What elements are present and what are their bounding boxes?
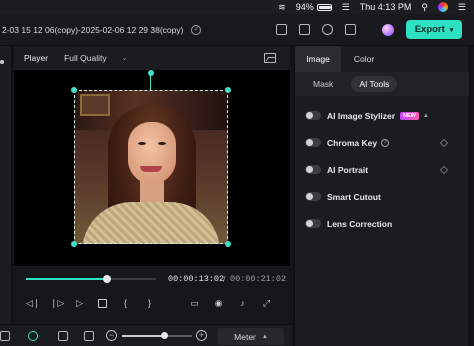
wifi-icon[interactable]: ≋ bbox=[278, 0, 286, 14]
next-frame-icon[interactable]: ❘▷ bbox=[50, 298, 64, 309]
battery-indicator[interactable]: 94% bbox=[296, 2, 332, 12]
keyframe-icon[interactable] bbox=[439, 138, 449, 148]
zoom-in-button[interactable]: + bbox=[196, 330, 207, 341]
panel-handle-icon[interactable] bbox=[0, 60, 4, 64]
timecode-separator: / bbox=[223, 274, 226, 284]
player-header: Player Full Quality ⌄ bbox=[14, 46, 290, 70]
account-avatar[interactable] bbox=[382, 24, 394, 36]
total-timecode: 00:00:21:02 bbox=[230, 274, 287, 284]
caret-up-icon: ▲ bbox=[261, 333, 268, 340]
tool-label: AI Portrait bbox=[327, 164, 369, 175]
tool-row-smart-cutout: Smart Cutout bbox=[295, 183, 469, 210]
panel-tabs: Image Color bbox=[295, 46, 469, 72]
subtab-mask[interactable]: Mask bbox=[305, 76, 341, 92]
tab-color[interactable]: Color bbox=[341, 46, 387, 72]
stop-icon[interactable] bbox=[98, 298, 107, 308]
tab-image[interactable]: Image bbox=[295, 46, 341, 72]
tool-row-ai-portrait: AI Portrait bbox=[295, 156, 469, 183]
scrubber-knob[interactable] bbox=[102, 275, 111, 283]
tool-label: Lens Correction bbox=[327, 218, 393, 229]
panel-subtabs: Mask AI Tools bbox=[295, 72, 469, 96]
ai-icon[interactable] bbox=[28, 331, 38, 341]
quality-dropdown[interactable]: Full Quality ⌄ bbox=[64, 53, 127, 63]
control-center-icon[interactable]: ☰ bbox=[342, 0, 350, 14]
prev-frame-icon[interactable]: ◁❘ bbox=[26, 298, 40, 309]
saved-check-icon: ✓ bbox=[191, 24, 202, 35]
resize-handle-bottom-right[interactable] bbox=[225, 241, 231, 247]
left-side-strip bbox=[0, 46, 12, 346]
display-icon[interactable]: ▭ bbox=[189, 298, 200, 309]
system-menu-bar: ≋ 94% ☰ Thu 4:13 PM ⚲ ☰ bbox=[0, 0, 474, 14]
tool-label: Smart Cutout bbox=[327, 191, 381, 202]
track-icon[interactable] bbox=[0, 331, 10, 341]
app-toolbar: 2-03 15 12 06(copy)-2025-02-06 12 29 38(… bbox=[0, 14, 474, 46]
tool-label: AI Image Stylizer bbox=[327, 110, 396, 121]
timeline-toolbar: − + Meter ▲ bbox=[0, 324, 292, 346]
keyframe-icon[interactable] bbox=[439, 165, 449, 175]
snapshot-icon[interactable]: ◉ bbox=[213, 298, 224, 309]
ai-tools-list: AI Image Stylizer NEW ▲ Chroma Key ? AI … bbox=[295, 102, 469, 237]
clip-icon[interactable] bbox=[58, 331, 68, 341]
resize-handle-top-right[interactable] bbox=[225, 87, 231, 93]
new-badge: NEW bbox=[400, 111, 419, 120]
fullscreen-icon[interactable]: ⤢ bbox=[261, 298, 272, 309]
chevron-down-icon: ⌄ bbox=[121, 55, 128, 62]
resize-handle-top-left[interactable] bbox=[71, 87, 77, 93]
media-icon[interactable] bbox=[276, 24, 287, 35]
lens-correction-toggle[interactable] bbox=[305, 219, 321, 228]
play-icon[interactable]: ▷ bbox=[74, 298, 85, 309]
mark-in-icon[interactable]: { bbox=[120, 298, 131, 309]
menubar-clock[interactable]: Thu 4:13 PM bbox=[360, 2, 412, 12]
cloud-icon[interactable] bbox=[299, 24, 310, 35]
meter-button[interactable]: Meter ▲ bbox=[218, 328, 284, 345]
ai-portrait-toggle[interactable] bbox=[305, 165, 321, 174]
rotation-line bbox=[150, 74, 151, 90]
tool-row-lens-correction: Lens Correction bbox=[295, 210, 469, 237]
siri-icon[interactable] bbox=[437, 2, 448, 12]
playback-scrubber[interactable] bbox=[26, 275, 156, 283]
chevron-down-icon: ▾ bbox=[449, 26, 454, 34]
search-icon[interactable]: ⚲ bbox=[421, 0, 428, 14]
playback-controls: ◁❘ ❘▷ ▷ { } ▭ ◉ ♪ ⤢ bbox=[26, 296, 290, 310]
zoom-knob[interactable] bbox=[161, 332, 168, 339]
layout-icon[interactable] bbox=[322, 24, 333, 35]
caret-up-icon[interactable]: ▲ bbox=[423, 113, 429, 119]
smart-cutout-toggle[interactable] bbox=[305, 192, 321, 201]
resize-handle-bottom-left[interactable] bbox=[71, 241, 77, 247]
help-icon[interactable]: ? bbox=[381, 138, 390, 147]
record-icon[interactable] bbox=[84, 331, 94, 341]
battery-percent: 94% bbox=[295, 2, 314, 12]
zoom-out-button[interactable]: − bbox=[106, 330, 117, 341]
preview-canvas[interactable] bbox=[14, 70, 290, 266]
meter-label: Meter bbox=[234, 331, 256, 342]
selection-box[interactable] bbox=[74, 90, 228, 244]
audio-icon[interactable]: ♪ bbox=[237, 298, 248, 309]
battery-icon bbox=[316, 3, 332, 11]
chroma-key-toggle[interactable] bbox=[305, 138, 321, 147]
ai-image-stylizer-toggle[interactable] bbox=[305, 111, 321, 120]
notification-icon[interactable]: ☰ bbox=[458, 0, 466, 14]
export-label: Export bbox=[414, 24, 445, 35]
subtab-ai-tools[interactable]: AI Tools bbox=[351, 76, 398, 92]
tool-row-chroma-key: Chroma Key ? bbox=[295, 129, 469, 156]
toolbar-icon-group bbox=[276, 24, 356, 35]
tool-row-ai-image-stylizer: AI Image Stylizer NEW ▲ bbox=[295, 102, 469, 129]
tool-label: Chroma Key bbox=[327, 137, 378, 148]
current-timecode: 00:00:13:02 bbox=[168, 274, 225, 284]
settings-icon[interactable] bbox=[345, 24, 356, 35]
player-label: Player bbox=[24, 53, 49, 63]
mark-out-icon[interactable]: } bbox=[144, 298, 155, 309]
player-panel: Player Full Quality ⌄ 00:00:13:02 / 00:0… bbox=[14, 46, 290, 346]
image-view-icon[interactable] bbox=[264, 53, 276, 63]
zoom-slider[interactable] bbox=[122, 332, 192, 339]
rotate-handle[interactable] bbox=[148, 70, 154, 76]
properties-panel: Image Color Mask AI Tools AI Image Styli… bbox=[294, 46, 469, 346]
quality-value: Full Quality bbox=[64, 53, 107, 63]
export-button[interactable]: Export ▾ bbox=[406, 20, 462, 39]
project-title: 2-03 15 12 06(copy)-2025-02-06 12 29 38(… bbox=[2, 24, 184, 35]
